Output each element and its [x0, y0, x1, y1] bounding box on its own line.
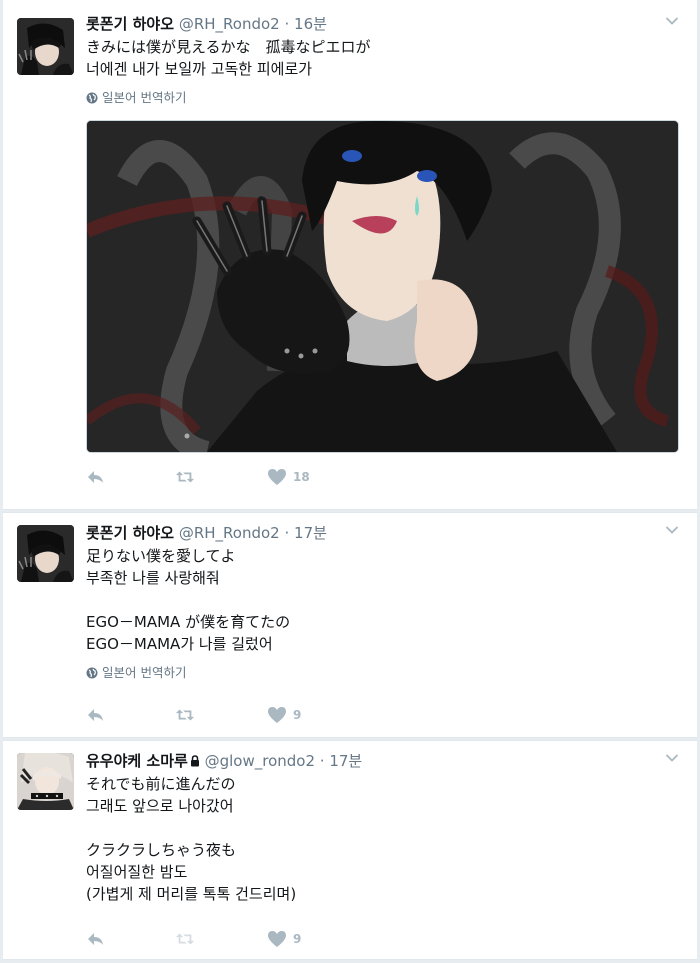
avatar[interactable] — [17, 18, 74, 75]
reply-button[interactable] — [86, 706, 106, 724]
tweet-content: 롯폰기 하야오 @RH_Rondo2 · 17분 足りない僕を愛してよ 부족한 … — [86, 523, 683, 681]
like-button[interactable]: 18 — [267, 468, 310, 486]
retweet-icon — [175, 933, 195, 945]
chevron-down-icon[interactable] — [665, 751, 679, 765]
tweet-content: 유우야케 소마루 @glow_rondo2 · 17분 それでも前に進んだの 그… — [86, 751, 683, 905]
heart-icon — [268, 707, 286, 723]
like-button[interactable]: 9 — [267, 930, 301, 948]
display-name[interactable]: 유우야케 소마루 — [86, 752, 188, 770]
like-button[interactable]: 9 — [267, 706, 301, 724]
retweet-button[interactable] — [175, 468, 195, 486]
reply-icon — [88, 933, 103, 945]
display-name[interactable]: 롯폰기 하야오 — [86, 15, 174, 33]
timestamp[interactable]: · 17분 — [284, 524, 326, 542]
like-count: 18 — [293, 470, 310, 484]
translate-link[interactable]: 일본어 번역하기 — [86, 90, 683, 106]
reply-button[interactable] — [86, 468, 106, 486]
translate-link[interactable]: 일본어 번역하기 — [86, 665, 683, 681]
globe-icon — [86, 667, 98, 679]
translate-label[interactable]: 일본어 번역하기 — [102, 90, 186, 105]
timestamp[interactable]: · 17분 — [320, 752, 362, 770]
tweet[interactable]: 롯폰기 하야오 @RH_Rondo2 · 16분 きみには僕が見えるかな 孤毒な… — [3, 0, 697, 510]
timeline: 롯폰기 하야오 @RH_Rondo2 · 16분 きみには僕が見えるかな 孤毒な… — [3, 0, 697, 960]
tweet-content: 롯폰기 하야오 @RH_Rondo2 · 16분 きみには僕が見えるかな 孤毒な… — [86, 14, 683, 453]
chevron-down-icon[interactable] — [665, 523, 679, 537]
heart-icon — [268, 931, 286, 947]
illustration-image — [87, 121, 678, 452]
avatar[interactable] — [17, 525, 74, 582]
reply-button[interactable] — [86, 930, 106, 948]
username[interactable]: @RH_Rondo2 — [179, 15, 280, 33]
retweet-icon — [175, 471, 195, 483]
avatar[interactable] — [17, 753, 74, 810]
retweet-button[interactable] — [175, 930, 195, 948]
tweet-actions: 9 — [86, 929, 361, 949]
reply-icon — [88, 709, 103, 721]
tweet-text: きみには僕が見えるかな 孤毒なピエロが 너에겐 내가 보일까 고독한 피에로가 — [86, 38, 371, 78]
chevron-down-icon[interactable] — [665, 14, 679, 28]
tweet-text: 足りない僕を愛してよ 부족한 나를 사랑해줘 EGO－MAMA が僕を育てたの … — [86, 547, 291, 653]
display-name[interactable]: 롯폰기 하야오 — [86, 524, 174, 542]
tweet-header: 롯폰기 하야오 @RH_Rondo2 · 16분 — [86, 14, 683, 34]
translate-label[interactable]: 일본어 번역하기 — [102, 665, 186, 680]
tweet-actions: 9 — [86, 705, 361, 725]
retweet-button[interactable] — [175, 706, 195, 724]
lock-icon — [190, 755, 199, 767]
globe-icon — [86, 92, 98, 104]
tweet-header: 롯폰기 하야오 @RH_Rondo2 · 17분 — [86, 523, 683, 543]
tweet[interactable]: 유우야케 소마루 @glow_rondo2 · 17분 それでも前に進んだの 그… — [3, 740, 697, 960]
like-count: 9 — [293, 708, 302, 722]
heart-icon — [268, 469, 286, 485]
tweet[interactable]: 롯폰기 하야오 @RH_Rondo2 · 17분 足りない僕を愛してよ 부족한 … — [3, 512, 697, 738]
tweet-text: それでも前に進んだの 그래도 앞으로 나아갔어 クラクラしちゃう夜も 어질어질한… — [86, 775, 297, 903]
retweet-icon — [175, 709, 195, 721]
username[interactable]: @glow_rondo2 — [205, 752, 315, 770]
like-count: 9 — [293, 932, 302, 946]
timestamp[interactable]: · 16분 — [284, 15, 326, 33]
username[interactable]: @RH_Rondo2 — [179, 524, 280, 542]
tweet-header: 유우야케 소마루 @glow_rondo2 · 17분 — [86, 751, 683, 771]
tweet-image[interactable] — [86, 120, 679, 453]
tweet-actions: 18 — [86, 467, 370, 487]
reply-icon — [88, 471, 103, 483]
